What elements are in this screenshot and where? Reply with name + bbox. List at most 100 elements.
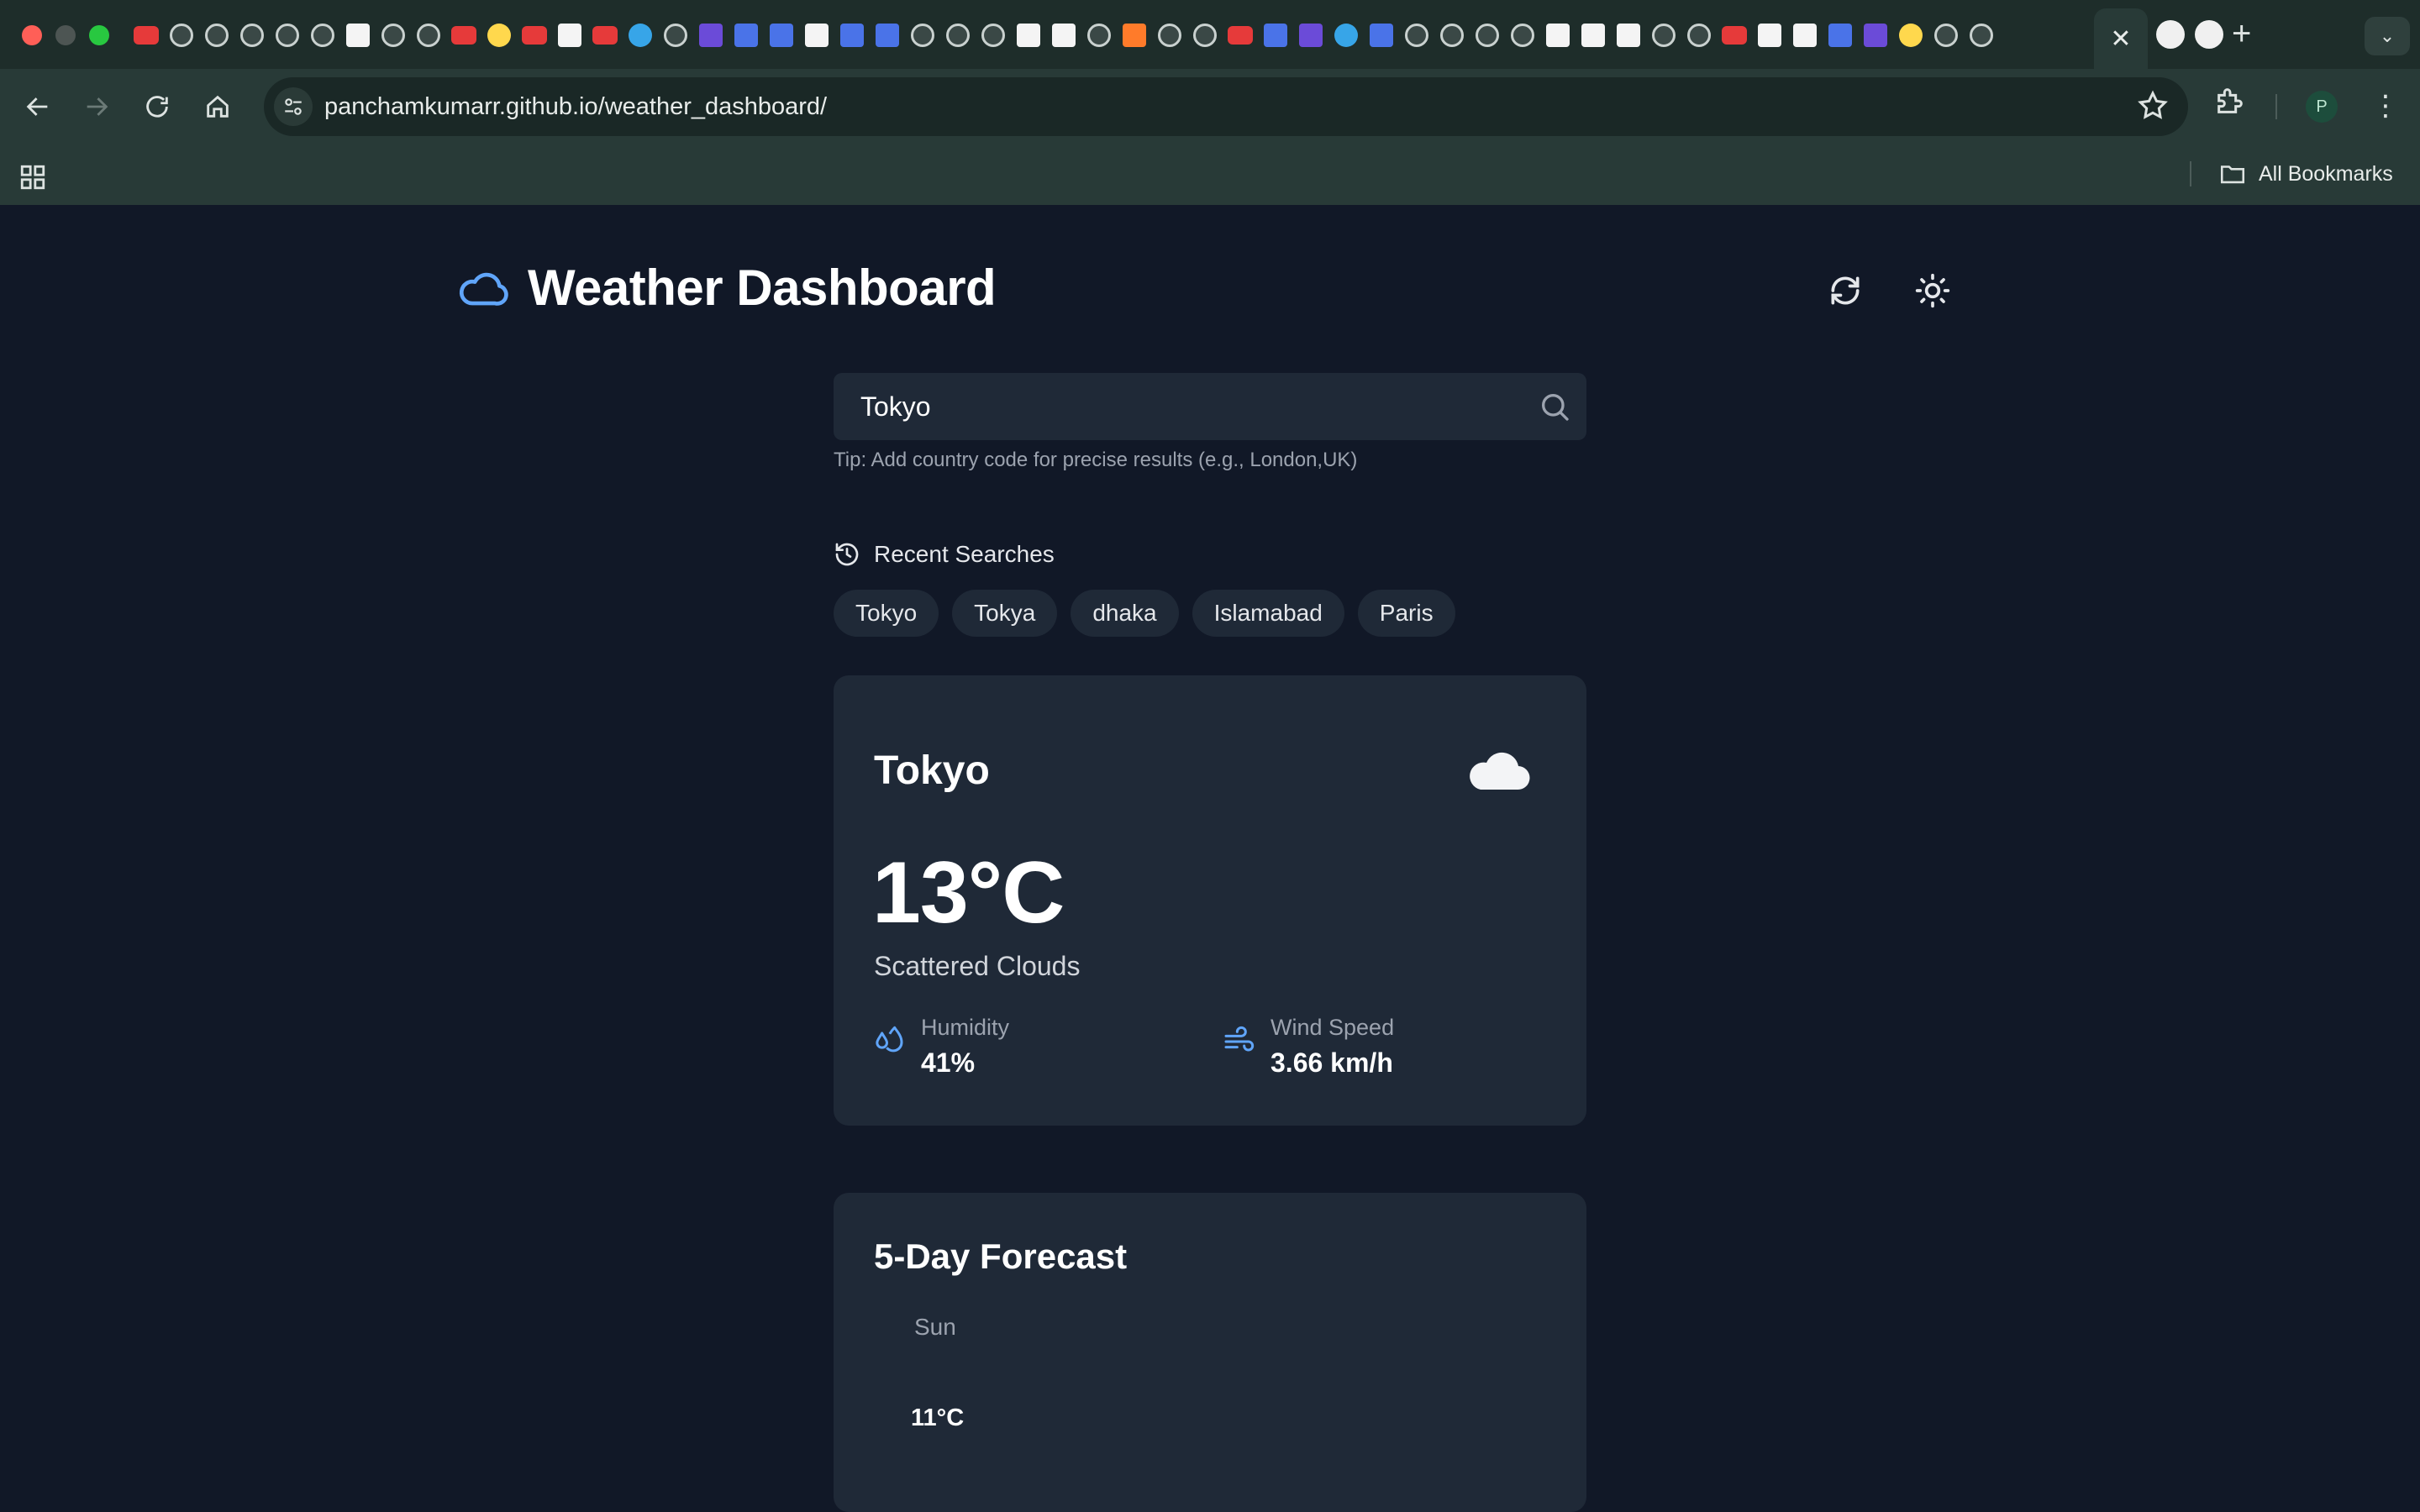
tab-favicon[interactable] [518,18,551,52]
home-button[interactable] [197,86,239,128]
apps-grid-icon[interactable] [18,163,47,196]
tab-favicon[interactable] [1435,18,1469,52]
tab-favicon[interactable] [1259,18,1292,52]
tab-favicon[interactable] [165,18,198,52]
tab-favicon[interactable] [447,18,481,52]
bookmarks-bar: All Bookmarks [0,144,2420,205]
minimize-window-button[interactable] [55,25,76,45]
new-tab-button[interactable]: + [2232,13,2251,54]
recent-search-chip[interactable]: Paris [1357,590,1455,637]
tab-favicon[interactable] [623,18,657,52]
tab-favicon[interactable] [412,18,445,52]
tab-favicon[interactable] [1082,18,1116,52]
forward-button[interactable] [76,86,118,128]
back-button[interactable] [17,86,59,128]
theme-toggle-button[interactable] [1909,267,1956,314]
close-window-button[interactable] [22,25,42,45]
tab-favicon[interactable] [129,18,163,52]
current-weather-card: Tokyo 13°C Scattered Clouds Humidity 41%… [834,675,1586,1126]
tab-favicon[interactable] [1365,18,1398,52]
extensions-icon[interactable] [2213,84,2247,122]
wind-speed-stat: Wind Speed 3.66 km/h [1222,1015,1394,1079]
browser-menu-icon[interactable]: ⋮ [2371,87,2400,124]
tab-favicon[interactable] [1506,18,1539,52]
recent-search-chip[interactable]: Islamabad [1192,590,1344,637]
tab-favicon[interactable] [376,18,410,52]
tab-favicon[interactable] [800,18,834,52]
tab-favicon[interactable] [341,18,375,52]
tab-favicon[interactable] [1612,18,1645,52]
google-tab-favicon[interactable] [2195,20,2223,49]
city-search-input[interactable] [834,373,1523,440]
tab-favicon[interactable] [976,18,1010,52]
bookmark-star-icon[interactable] [2136,89,2170,127]
search-tip: Tip: Add country code for precise result… [834,449,1358,471]
reload-icon [146,96,168,118]
tab-favicon[interactable] [1223,18,1257,52]
tab-favicon[interactable] [1541,18,1575,52]
reload-button[interactable] [136,86,178,128]
tab-favicon[interactable] [306,18,339,52]
tab-favicon[interactable] [1012,18,1045,52]
tab-favicon[interactable] [871,18,904,52]
tab-favicon[interactable] [1753,18,1786,52]
profile-avatar[interactable]: P [2306,91,2338,123]
refresh-icon [1831,276,1860,305]
recent-search-chip[interactable]: Tokyo [834,590,939,637]
maximize-window-button[interactable] [89,25,109,45]
tab-favicon[interactable] [941,18,975,52]
tab-favicon[interactable] [1682,18,1716,52]
tab-favicon[interactable] [835,18,869,52]
github-tab-favicon[interactable] [2156,20,2185,49]
tab-favicon[interactable] [553,18,587,52]
tab-favicon[interactable] [1294,18,1328,52]
url-text[interactable]: panchamkumarr.github.io/weather_dashboar… [324,77,827,136]
tab-favicon[interactable] [1859,18,1892,52]
search-button[interactable] [1536,388,1573,425]
tab-favicon[interactable] [1788,18,1822,52]
search-icon [1542,394,1569,421]
all-bookmarks-button[interactable]: All Bookmarks [2218,160,2393,188]
tab-search-button[interactable]: ⌄ [2365,17,2410,55]
tab-favicon[interactable] [1118,18,1151,52]
tab-favicon[interactable] [729,18,763,52]
tab-favicon[interactable] [482,18,516,52]
tab-favicon[interactable] [1047,18,1081,52]
tab-favicon[interactable] [1929,18,1963,52]
tab-favicon[interactable] [588,18,622,52]
tab-favicon[interactable] [1823,18,1857,52]
tab-favicon[interactable] [1470,18,1504,52]
tab-favicon[interactable] [235,18,269,52]
cloud-logo-icon [459,272,508,306]
refresh-button[interactable] [1822,267,1869,314]
tab-favicon[interactable] [694,18,728,52]
droplets-icon [872,1023,906,1079]
bookmarks-divider [2190,161,2191,186]
tab-favicon[interactable] [1400,18,1434,52]
tab-favicon[interactable] [1647,18,1681,52]
recent-search-chip[interactable]: dhaka [1071,590,1179,637]
active-tab[interactable]: ✕ [2094,8,2148,69]
tab-favicon[interactable] [1153,18,1186,52]
city-name: Tokyo [874,748,990,793]
back-arrow-icon [26,97,48,116]
tab-favicon[interactable] [906,18,939,52]
tab-favicon[interactable] [659,18,692,52]
close-tab-icon[interactable]: ✕ [2110,24,2131,54]
humidity-label: Humidity [921,1015,1010,1040]
tab-favicon[interactable] [1329,18,1363,52]
tab-favicon[interactable] [1965,18,1998,52]
tab-favicon[interactable] [200,18,234,52]
tab-favicon[interactable] [1718,18,1751,52]
tab-favicon[interactable] [271,18,304,52]
weather-dashboard-page: Weather Dashboard Tip: Add country code … [0,205,2420,1512]
recent-search-chip[interactable]: Tokya [952,590,1058,637]
tab-favicon[interactable] [1894,18,1928,52]
tab-favicon[interactable] [1188,18,1222,52]
address-bar[interactable]: panchamkumarr.github.io/weather_dashboar… [264,77,2188,136]
tab-favicon[interactable] [765,18,798,52]
tab-favicon[interactable] [1576,18,1610,52]
site-settings-button[interactable] [274,87,313,126]
browser-toolbar: panchamkumarr.github.io/weather_dashboar… [0,69,2420,144]
wind-icon [1222,1023,1255,1079]
